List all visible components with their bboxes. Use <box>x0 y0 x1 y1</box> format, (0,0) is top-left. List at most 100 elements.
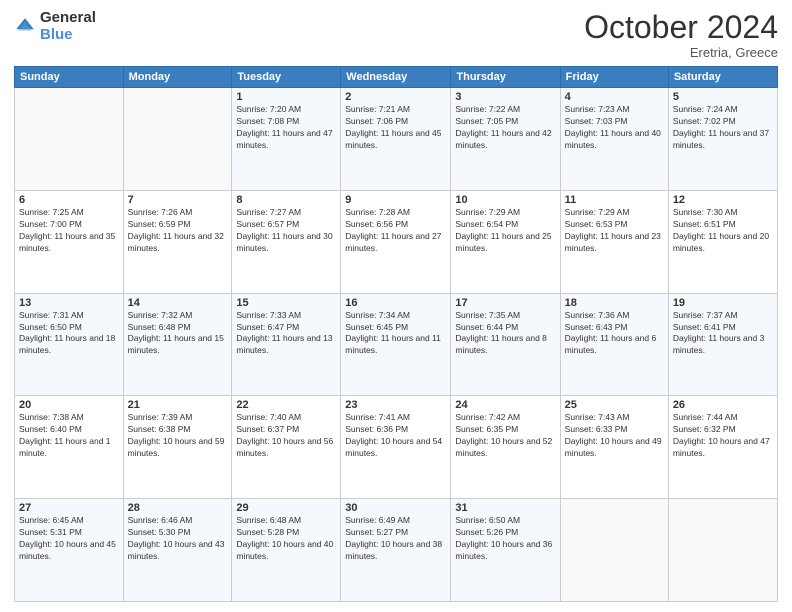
table-cell: 8Sunrise: 7:27 AM Sunset: 6:57 PM Daylig… <box>232 190 341 293</box>
day-number: 3 <box>455 91 555 103</box>
day-info: Sunrise: 7:30 AM Sunset: 6:51 PM Dayligh… <box>673 207 773 255</box>
day-info: Sunrise: 6:45 AM Sunset: 5:31 PM Dayligh… <box>19 515 119 563</box>
day-info: Sunrise: 7:21 AM Sunset: 7:06 PM Dayligh… <box>345 104 446 152</box>
day-info: Sunrise: 7:24 AM Sunset: 7:02 PM Dayligh… <box>673 104 773 152</box>
logo-blue: Blue <box>40 27 96 44</box>
table-cell: 5Sunrise: 7:24 AM Sunset: 7:02 PM Daylig… <box>668 88 777 191</box>
table-cell: 6Sunrise: 7:25 AM Sunset: 7:00 PM Daylig… <box>15 190 124 293</box>
week-row-3: 20Sunrise: 7:38 AM Sunset: 6:40 PM Dayli… <box>15 396 778 499</box>
day-number: 22 <box>236 399 336 411</box>
table-cell: 3Sunrise: 7:22 AM Sunset: 7:05 PM Daylig… <box>451 88 560 191</box>
header-sunday: Sunday <box>15 67 124 88</box>
day-number: 19 <box>673 297 773 309</box>
day-number: 27 <box>19 502 119 514</box>
table-cell: 11Sunrise: 7:29 AM Sunset: 6:53 PM Dayli… <box>560 190 668 293</box>
day-info: Sunrise: 7:33 AM Sunset: 6:47 PM Dayligh… <box>236 310 336 358</box>
table-cell: 7Sunrise: 7:26 AM Sunset: 6:59 PM Daylig… <box>123 190 232 293</box>
header-friday: Friday <box>560 67 668 88</box>
header-wednesday: Wednesday <box>341 67 451 88</box>
week-row-0: 1Sunrise: 7:20 AM Sunset: 7:08 PM Daylig… <box>15 88 778 191</box>
day-info: Sunrise: 7:34 AM Sunset: 6:45 PM Dayligh… <box>345 310 446 358</box>
table-cell: 9Sunrise: 7:28 AM Sunset: 6:56 PM Daylig… <box>341 190 451 293</box>
calendar-table: Sunday Monday Tuesday Wednesday Thursday… <box>14 66 778 602</box>
table-cell: 15Sunrise: 7:33 AM Sunset: 6:47 PM Dayli… <box>232 293 341 396</box>
day-info: Sunrise: 7:40 AM Sunset: 6:37 PM Dayligh… <box>236 412 336 460</box>
table-cell: 22Sunrise: 7:40 AM Sunset: 6:37 PM Dayli… <box>232 396 341 499</box>
logo-icon <box>14 16 36 38</box>
day-info: Sunrise: 7:27 AM Sunset: 6:57 PM Dayligh… <box>236 207 336 255</box>
day-info: Sunrise: 7:32 AM Sunset: 6:48 PM Dayligh… <box>128 310 228 358</box>
header: General Blue October 2024 Eretria, Greec… <box>14 10 778 60</box>
weekday-header-row: Sunday Monday Tuesday Wednesday Thursday… <box>15 67 778 88</box>
table-cell <box>560 499 668 602</box>
location: Eretria, Greece <box>584 45 778 60</box>
title-area: October 2024 Eretria, Greece <box>584 10 778 60</box>
day-info: Sunrise: 6:46 AM Sunset: 5:30 PM Dayligh… <box>128 515 228 563</box>
day-number: 24 <box>455 399 555 411</box>
header-tuesday: Tuesday <box>232 67 341 88</box>
table-cell: 16Sunrise: 7:34 AM Sunset: 6:45 PM Dayli… <box>341 293 451 396</box>
day-info: Sunrise: 7:22 AM Sunset: 7:05 PM Dayligh… <box>455 104 555 152</box>
table-cell: 30Sunrise: 6:49 AM Sunset: 5:27 PM Dayli… <box>341 499 451 602</box>
day-number: 28 <box>128 502 228 514</box>
table-cell: 2Sunrise: 7:21 AM Sunset: 7:06 PM Daylig… <box>341 88 451 191</box>
day-number: 10 <box>455 194 555 206</box>
day-number: 30 <box>345 502 446 514</box>
table-cell: 14Sunrise: 7:32 AM Sunset: 6:48 PM Dayli… <box>123 293 232 396</box>
day-info: Sunrise: 7:43 AM Sunset: 6:33 PM Dayligh… <box>565 412 664 460</box>
week-row-1: 6Sunrise: 7:25 AM Sunset: 7:00 PM Daylig… <box>15 190 778 293</box>
table-cell <box>123 88 232 191</box>
month-title: October 2024 <box>584 10 778 45</box>
day-info: Sunrise: 7:20 AM Sunset: 7:08 PM Dayligh… <box>236 104 336 152</box>
day-info: Sunrise: 7:25 AM Sunset: 7:00 PM Dayligh… <box>19 207 119 255</box>
day-info: Sunrise: 7:38 AM Sunset: 6:40 PM Dayligh… <box>19 412 119 460</box>
day-number: 9 <box>345 194 446 206</box>
day-info: Sunrise: 7:31 AM Sunset: 6:50 PM Dayligh… <box>19 310 119 358</box>
day-number: 16 <box>345 297 446 309</box>
day-number: 15 <box>236 297 336 309</box>
day-number: 7 <box>128 194 228 206</box>
table-cell: 23Sunrise: 7:41 AM Sunset: 6:36 PM Dayli… <box>341 396 451 499</box>
logo: General Blue <box>14 10 96 43</box>
day-info: Sunrise: 7:29 AM Sunset: 6:54 PM Dayligh… <box>455 207 555 255</box>
header-saturday: Saturday <box>668 67 777 88</box>
header-monday: Monday <box>123 67 232 88</box>
page: General Blue October 2024 Eretria, Greec… <box>0 0 792 612</box>
day-number: 26 <box>673 399 773 411</box>
table-cell: 13Sunrise: 7:31 AM Sunset: 6:50 PM Dayli… <box>15 293 124 396</box>
day-number: 4 <box>565 91 664 103</box>
day-info: Sunrise: 6:49 AM Sunset: 5:27 PM Dayligh… <box>345 515 446 563</box>
day-number: 13 <box>19 297 119 309</box>
day-info: Sunrise: 6:50 AM Sunset: 5:26 PM Dayligh… <box>455 515 555 563</box>
day-info: Sunrise: 7:28 AM Sunset: 6:56 PM Dayligh… <box>345 207 446 255</box>
day-number: 8 <box>236 194 336 206</box>
table-cell: 19Sunrise: 7:37 AM Sunset: 6:41 PM Dayli… <box>668 293 777 396</box>
logo-text: General Blue <box>40 10 96 43</box>
day-info: Sunrise: 7:41 AM Sunset: 6:36 PM Dayligh… <box>345 412 446 460</box>
day-number: 21 <box>128 399 228 411</box>
table-cell: 1Sunrise: 7:20 AM Sunset: 7:08 PM Daylig… <box>232 88 341 191</box>
table-cell: 31Sunrise: 6:50 AM Sunset: 5:26 PM Dayli… <box>451 499 560 602</box>
day-info: Sunrise: 7:37 AM Sunset: 6:41 PM Dayligh… <box>673 310 773 358</box>
day-info: Sunrise: 7:44 AM Sunset: 6:32 PM Dayligh… <box>673 412 773 460</box>
day-number: 25 <box>565 399 664 411</box>
day-number: 23 <box>345 399 446 411</box>
header-thursday: Thursday <box>451 67 560 88</box>
week-row-2: 13Sunrise: 7:31 AM Sunset: 6:50 PM Dayli… <box>15 293 778 396</box>
table-cell: 25Sunrise: 7:43 AM Sunset: 6:33 PM Dayli… <box>560 396 668 499</box>
day-info: Sunrise: 7:35 AM Sunset: 6:44 PM Dayligh… <box>455 310 555 358</box>
week-row-4: 27Sunrise: 6:45 AM Sunset: 5:31 PM Dayli… <box>15 499 778 602</box>
day-number: 2 <box>345 91 446 103</box>
day-info: Sunrise: 7:23 AM Sunset: 7:03 PM Dayligh… <box>565 104 664 152</box>
day-number: 20 <box>19 399 119 411</box>
day-number: 5 <box>673 91 773 103</box>
day-number: 29 <box>236 502 336 514</box>
day-number: 12 <box>673 194 773 206</box>
table-cell: 4Sunrise: 7:23 AM Sunset: 7:03 PM Daylig… <box>560 88 668 191</box>
table-cell: 28Sunrise: 6:46 AM Sunset: 5:30 PM Dayli… <box>123 499 232 602</box>
day-info: Sunrise: 6:48 AM Sunset: 5:28 PM Dayligh… <box>236 515 336 563</box>
day-info: Sunrise: 7:26 AM Sunset: 6:59 PM Dayligh… <box>128 207 228 255</box>
table-cell <box>668 499 777 602</box>
table-cell: 29Sunrise: 6:48 AM Sunset: 5:28 PM Dayli… <box>232 499 341 602</box>
table-cell: 17Sunrise: 7:35 AM Sunset: 6:44 PM Dayli… <box>451 293 560 396</box>
